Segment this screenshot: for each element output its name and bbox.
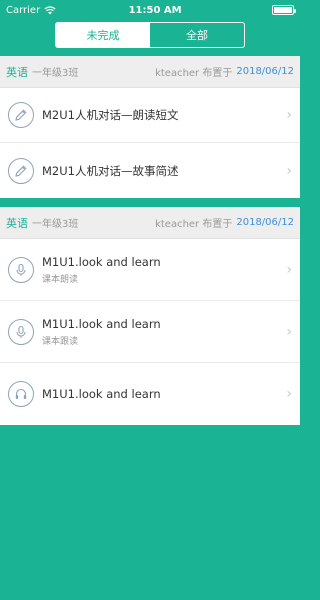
chevron-right-icon: › — [286, 107, 292, 123]
class-label: 一年级3班 — [32, 219, 79, 230]
chevron-right-icon: › — [286, 323, 292, 340]
subject-label: 英语 — [6, 216, 28, 230]
assignment-subtitle: 课本跟读 — [42, 336, 79, 347]
assignment-group: 英语 一年级3班 kteacher 布置于 2018/06/12 M2U1人机对… — [0, 56, 300, 198]
status-time: 11:50 AM — [128, 4, 182, 16]
date-label: 2018/06/12 — [236, 66, 294, 77]
tab-incomplete[interactable]: 未完成 — [56, 23, 150, 47]
subject-label: 英语 — [6, 65, 28, 79]
chevron-right-icon: › — [286, 261, 292, 278]
class-label: 一年级3班 — [32, 68, 79, 79]
tab-all[interactable]: 全部 — [150, 23, 244, 47]
assignment-row[interactable]: M2U1人机对话—故事简述 › — [0, 143, 300, 198]
teacher-label: kteacher 布置于 — [155, 219, 233, 230]
status-left: Carrier — [6, 5, 56, 16]
group-header: 英语 一年级3班 kteacher 布置于 2018/06/12 — [0, 56, 300, 88]
carrier-label: Carrier — [6, 4, 41, 16]
group-header: 英语 一年级3班 kteacher 布置于 2018/06/12 — [0, 207, 300, 239]
status-bar: Carrier 11:50 AM — [0, 0, 300, 20]
microphone-icon — [8, 256, 34, 283]
assignment-row[interactable]: M2U1人机对话—朗读短文 › — [0, 88, 300, 143]
headphones-icon — [8, 381, 34, 407]
assignment-title: M1U1.look and learn — [42, 387, 161, 401]
battery-icon — [272, 5, 296, 15]
assignment-title: M1U1.look and learn — [42, 254, 161, 269]
assignment-row[interactable]: M1U1.look and learn 课本朗读 › — [0, 239, 300, 301]
assignment-title: M2U1人机对话—故事简述 — [42, 163, 179, 178]
assignment-title: M1U1.look and learn — [42, 316, 161, 331]
segmented-control: 未完成 全部 — [55, 22, 245, 48]
wifi-icon — [44, 5, 56, 15]
microphone-icon — [8, 318, 34, 345]
status-right — [254, 5, 296, 15]
assignment-group: 英语 一年级3班 kteacher 布置于 2018/06/12 M1U1.lo… — [0, 207, 300, 425]
date-label: 2018/06/12 — [236, 217, 294, 228]
assignment-title: M2U1人机对话—朗读短文 — [42, 108, 179, 122]
edit-icon — [8, 157, 34, 184]
assignment-subtitle: 课本朗读 — [42, 274, 79, 285]
chevron-right-icon: › — [286, 386, 292, 402]
chevron-right-icon: › — [286, 162, 292, 179]
teacher-label: kteacher 布置于 — [155, 68, 233, 79]
edit-icon — [8, 102, 34, 128]
segment-bar: 未完成 全部 — [0, 20, 300, 54]
assignment-row[interactable]: M1U1.look and learn › — [0, 363, 300, 425]
assignment-row[interactable]: M1U1.look and learn 课本跟读 › — [0, 301, 300, 363]
